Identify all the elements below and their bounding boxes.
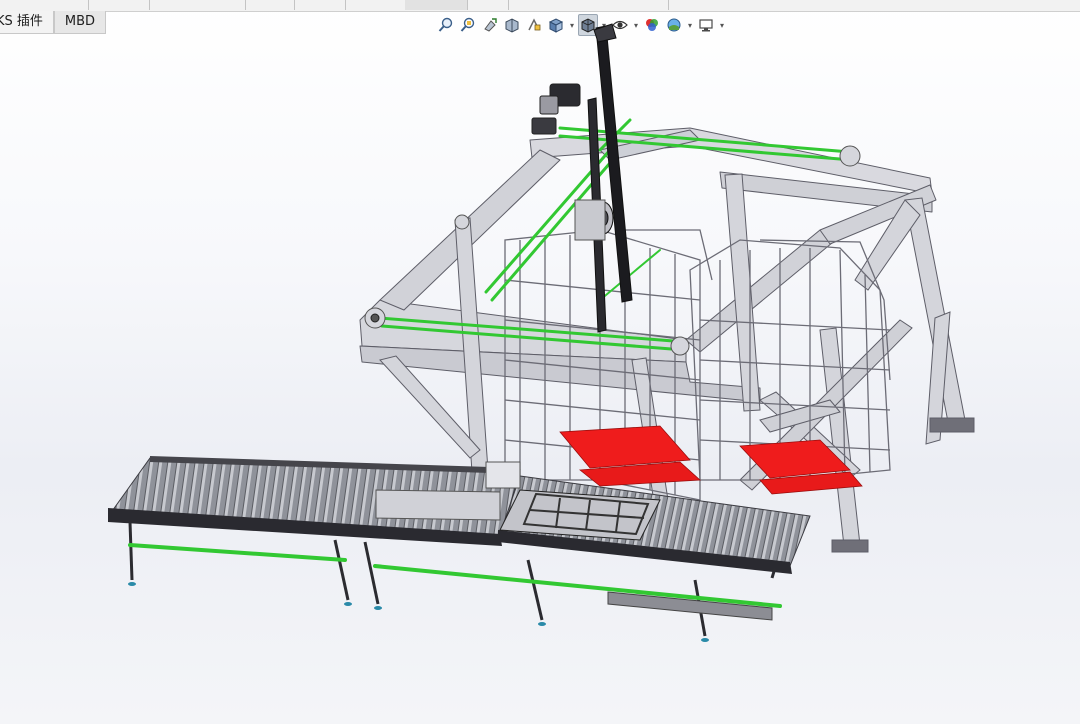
graphics-area[interactable] xyxy=(0,0,1080,724)
gantry-top-frame[interactable] xyxy=(359,127,937,403)
infeed-roller-conveyor[interactable] xyxy=(108,456,521,546)
solidworks-window: KS 插件 MBD ▾ ▾ ▾ ▾ ▾ xyxy=(0,0,1080,724)
lift-column[interactable] xyxy=(574,23,633,333)
